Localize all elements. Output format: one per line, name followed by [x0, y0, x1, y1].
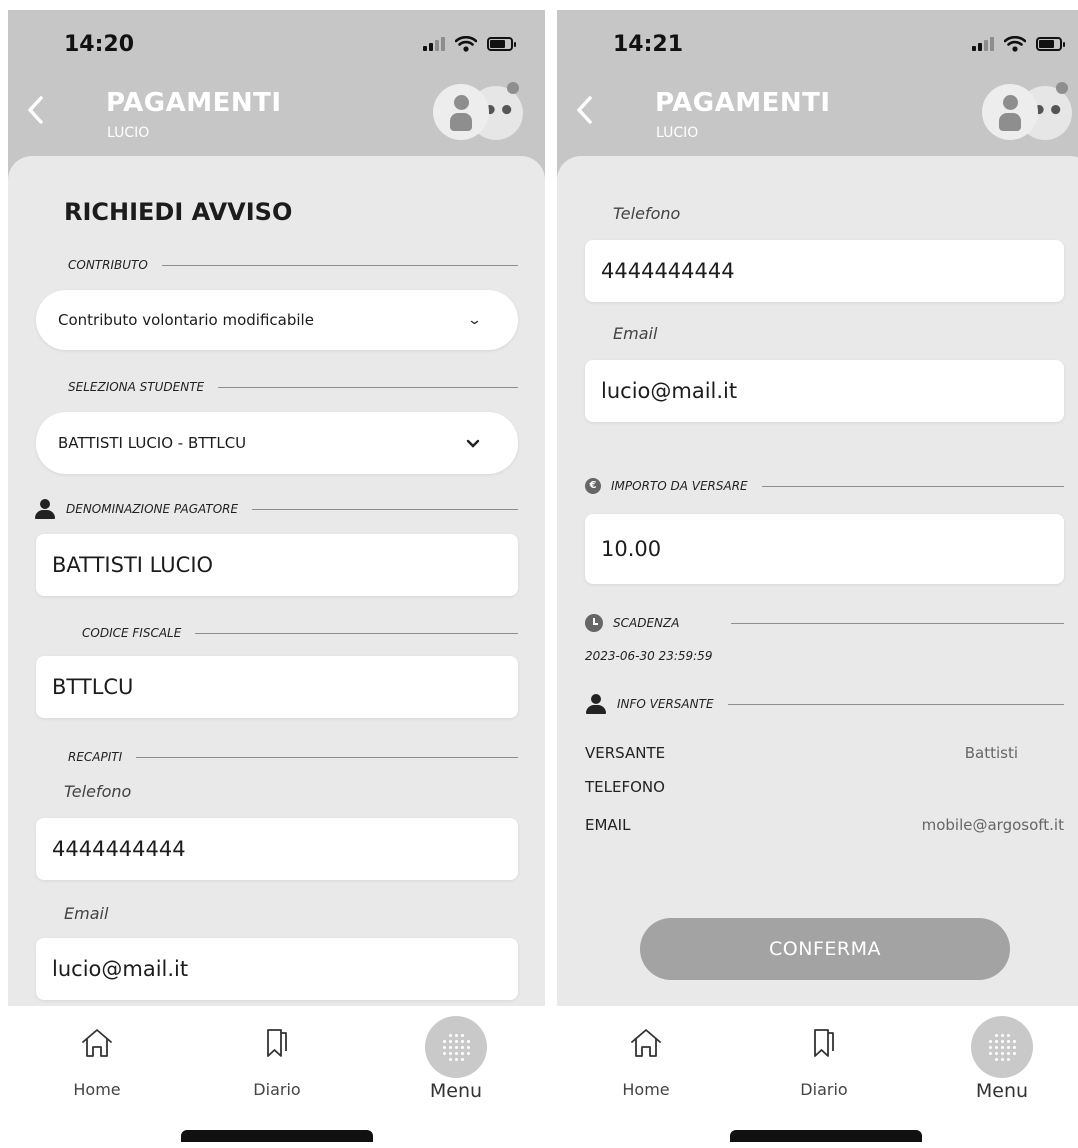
- back-button[interactable]: [26, 92, 44, 132]
- email-input[interactable]: lucio@mail.it: [36, 938, 518, 1000]
- email-label: Email: [613, 324, 658, 343]
- bookmark-icon: [267, 1029, 287, 1057]
- section-studente: SELEZIONA STUDENTE: [68, 380, 518, 394]
- form-sheet: Telefono 4444444444 Email lucio@mail.it …: [557, 156, 1078, 1006]
- telefono-input[interactable]: 4444444444: [36, 818, 518, 880]
- status-time: 14:20: [64, 32, 135, 57]
- chevron-down-icon: [466, 439, 480, 448]
- section-label: IMPORTO DA VERSARE: [611, 479, 748, 493]
- back-button[interactable]: [575, 92, 593, 132]
- form-sheet: RICHIEDI AVVISO CONTRIBUTO Contributo vo…: [8, 156, 545, 1006]
- tab-home[interactable]: Home: [37, 1020, 157, 1099]
- section-codice-fiscale: CODICE FISCALE: [82, 626, 518, 640]
- studente-select-value: BATTISTI LUCIO - BTTLCU: [58, 434, 247, 452]
- section-contributo: CONTRIBUTO: [68, 258, 518, 272]
- signal-icon: [423, 37, 445, 51]
- confirm-button[interactable]: CONFERMA: [640, 918, 1010, 980]
- contributo-select-value: Contributo volontario modificabile: [58, 311, 314, 329]
- telefono-label: Telefono: [613, 204, 681, 223]
- dot-grid-icon: [425, 1016, 487, 1078]
- person-icon: [585, 694, 607, 714]
- tab-home[interactable]: Home: [586, 1020, 706, 1099]
- section-pagatore: DENOMINAZIONE PAGATORE: [34, 499, 518, 519]
- bottom-tab-bar: Home Diario Menu: [557, 1006, 1078, 1148]
- avatar[interactable]: ••: [982, 82, 1072, 140]
- section-label: INFO VERSANTE: [617, 697, 714, 711]
- dot-grid-icon: [971, 1016, 1033, 1078]
- tab-menu-label: Menu: [975, 1080, 1029, 1102]
- signal-icon: [972, 37, 994, 51]
- tab-home-label: Home: [622, 1080, 670, 1099]
- form-heading: RICHIEDI AVVISO: [64, 198, 293, 226]
- section-label: SELEZIONA STUDENTE: [68, 380, 205, 394]
- page-title: PAGAMENTI: [655, 88, 831, 118]
- tab-diario[interactable]: Diario: [217, 1020, 337, 1099]
- tab-diario-label: Diario: [253, 1080, 301, 1099]
- email-input[interactable]: lucio@mail.it: [585, 360, 1064, 422]
- avatar[interactable]: ••: [433, 82, 523, 140]
- tab-menu[interactable]: Menu: [396, 1016, 516, 1102]
- home-icon: [82, 1029, 112, 1057]
- tab-diario[interactable]: Diario: [764, 1020, 884, 1099]
- euro-icon: €: [585, 478, 601, 494]
- email-row-label: EMAIL: [585, 816, 631, 834]
- scadenza-value: 2023-06-30 23:59:59: [585, 649, 713, 663]
- battery-icon: [1036, 37, 1065, 51]
- versante-label: VERSANTE: [585, 744, 666, 762]
- user-avatar-icon: [982, 84, 1038, 140]
- email-label: Email: [64, 904, 109, 923]
- codice-fiscale-input[interactable]: BTTLCU: [36, 656, 518, 718]
- section-scadenza: SCADENZA: [585, 614, 1064, 632]
- chevron-down-icon: ⌄: [466, 312, 483, 328]
- user-avatar-icon: [433, 84, 489, 140]
- contributo-select[interactable]: Contributo volontario modificabile ⌄: [36, 290, 518, 350]
- telefono-label: Telefono: [64, 782, 132, 801]
- page-subtitle: LUCIO: [656, 125, 699, 141]
- versante-value: Battisti: [964, 744, 1018, 762]
- section-label: DENOMINAZIONE PAGATORE: [66, 502, 239, 516]
- screen-right: 14:21 PAGAMENTI LUCIO •• Telefono 444444…: [557, 10, 1078, 1148]
- tab-home-label: Home: [73, 1080, 121, 1099]
- tab-menu[interactable]: Menu: [942, 1016, 1062, 1102]
- battery-icon: [487, 37, 516, 51]
- bottom-tab-bar: Home Diario Menu: [8, 1006, 545, 1148]
- studente-select[interactable]: BATTISTI LUCIO - BTTLCU: [36, 412, 518, 474]
- telefono-row-label: TELEFONO: [585, 778, 665, 796]
- section-label: SCADENZA: [613, 616, 680, 630]
- wifi-icon: [455, 36, 477, 52]
- notification-dot: [1056, 82, 1068, 94]
- section-label: CONTRIBUTO: [68, 258, 148, 272]
- section-label: RECAPITI: [68, 750, 123, 764]
- chevron-left-icon: [577, 96, 592, 124]
- tab-diario-label: Diario: [800, 1080, 848, 1099]
- home-indicator: [181, 1130, 373, 1142]
- email-row-value: mobile@argosoft.it: [921, 816, 1064, 834]
- section-label: CODICE FISCALE: [82, 626, 182, 640]
- page-title: PAGAMENTI: [106, 88, 282, 118]
- wifi-icon: [1004, 36, 1026, 52]
- importo-input[interactable]: 10.00: [585, 514, 1064, 584]
- section-importo: € IMPORTO DA VERSARE: [585, 478, 1064, 494]
- pagatore-input[interactable]: BATTISTI LUCIO: [36, 534, 518, 596]
- notification-dot: [507, 82, 519, 94]
- clock-icon: [585, 614, 603, 632]
- bookmark-icon: [814, 1029, 834, 1057]
- chevron-left-icon: [28, 96, 43, 124]
- status-time: 14:21: [613, 32, 684, 57]
- page-subtitle: LUCIO: [107, 125, 150, 141]
- tab-menu-label: Menu: [429, 1080, 483, 1102]
- status-icons: [972, 36, 1065, 52]
- screen-left: 14:20 PAGAMENTI LUCIO •• RICHIEDI AVVISO…: [8, 10, 545, 1148]
- home-icon: [631, 1029, 661, 1057]
- telefono-input[interactable]: 4444444444: [585, 240, 1064, 302]
- section-info-versante: INFO VERSANTE: [585, 694, 1064, 714]
- person-icon: [34, 499, 56, 519]
- section-recapiti: RECAPITI: [68, 750, 518, 764]
- status-icons: [423, 36, 516, 52]
- home-indicator: [730, 1130, 922, 1142]
